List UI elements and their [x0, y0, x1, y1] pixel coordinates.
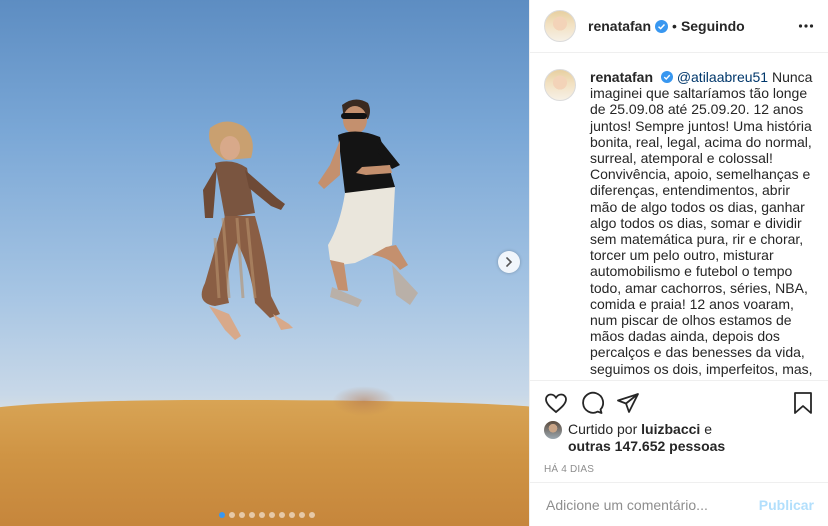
heart-icon[interactable]: [544, 391, 568, 415]
caption-body: Nunca imaginei que saltaríamos tão longe…: [590, 69, 813, 380]
carousel-dot: [249, 512, 255, 518]
chevron-right-icon: [506, 257, 513, 267]
carousel-dot: [269, 512, 275, 518]
mention-link[interactable]: @atilaabreu51: [677, 69, 768, 85]
paper-plane-icon[interactable]: [616, 391, 640, 415]
likes-summary: Curtido por luizbacci e outras 147.652 p…: [544, 421, 814, 455]
separator-dot: •: [672, 18, 677, 34]
follow-status-button[interactable]: Seguindo: [681, 18, 745, 34]
avatar[interactable]: [544, 10, 576, 42]
comments-section[interactable]: renatafan @atilaabreu51 Nunca imaginei q…: [530, 53, 828, 380]
carousel-dot: [219, 512, 225, 518]
header-username[interactable]: renatafan: [588, 18, 651, 34]
publish-button[interactable]: Publicar: [759, 497, 814, 513]
carousel-dot: [279, 512, 285, 518]
carousel-dot: [289, 512, 295, 518]
carousel-dot: [239, 512, 245, 518]
bookmark-icon[interactable]: [792, 391, 814, 415]
liker-avatar[interactable]: [544, 421, 562, 439]
likes-conj: e: [704, 421, 712, 437]
post-details-panel: renatafan • Seguindo renatafan @atilaabr…: [529, 0, 828, 526]
comment-bubble-icon[interactable]: [580, 391, 604, 415]
jumping-woman: [201, 121, 293, 340]
caption-row: renatafan @atilaabreu51 Nunca imaginei q…: [544, 69, 814, 380]
caption-text: renatafan @atilaabreu51 Nunca imaginei q…: [590, 69, 814, 380]
carousel-dot: [259, 512, 265, 518]
post-header: renatafan • Seguindo: [530, 0, 828, 53]
caption-avatar[interactable]: [544, 69, 576, 101]
carousel-indicators: [219, 512, 315, 518]
post-photo[interactable]: [0, 0, 529, 526]
sand-dune: [0, 400, 529, 526]
jumping-man: [318, 99, 418, 307]
action-icons: [544, 381, 814, 425]
verified-badge-icon: [660, 71, 673, 83]
liker-username[interactable]: luizbacci: [641, 421, 700, 437]
post-timestamp[interactable]: HÁ 4 DIAS: [544, 464, 814, 475]
actions-section: Curtido por luizbacci e outras 147.652 p…: [530, 380, 828, 475]
carousel-dot: [229, 512, 235, 518]
caption-username[interactable]: renatafan: [590, 69, 653, 85]
verified-badge-icon: [655, 19, 669, 33]
carousel-next-button[interactable]: [498, 251, 520, 273]
carousel-dot: [299, 512, 305, 518]
carousel-dot: [309, 512, 315, 518]
likes-prefix: Curtido por: [568, 421, 638, 437]
more-options-icon[interactable]: [798, 18, 814, 34]
likes-others-link[interactable]: outras 147.652 pessoas: [568, 438, 725, 454]
sand-dust: [332, 386, 396, 416]
comment-input[interactable]: [544, 495, 759, 514]
add-comment-bar: Publicar: [530, 482, 828, 526]
